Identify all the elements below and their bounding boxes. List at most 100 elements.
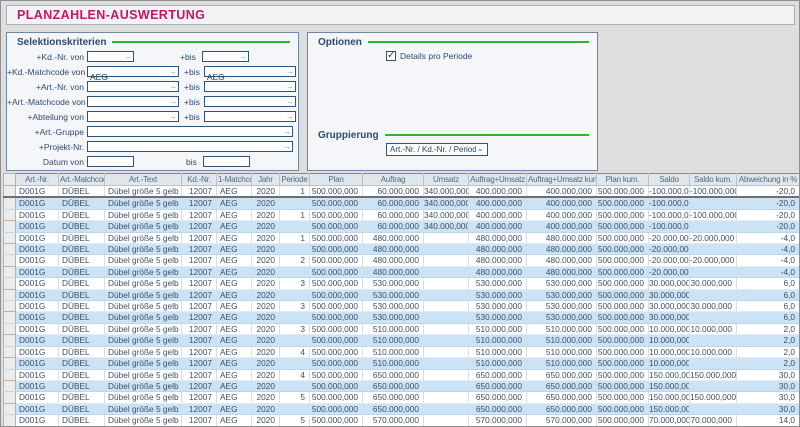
- table-row[interactable]: D001GDÜBELDübel größe 5 gelb12007AEG2020…: [4, 197, 800, 209]
- record-selector-cell[interactable]: [4, 289, 16, 300]
- column-header[interactable]: Kd.-Nr.: [182, 174, 217, 186]
- cell: [280, 289, 310, 300]
- cell: DÜBEL: [59, 301, 105, 312]
- cell: D001G: [16, 197, 59, 209]
- record-selector-cell[interactable]: [4, 369, 16, 380]
- record-selector-cell[interactable]: [4, 255, 16, 266]
- table-row[interactable]: D001GDÜBELDübel größe 5 gelb12007AEG2020…: [4, 255, 800, 266]
- cell: 500.000,000: [597, 323, 649, 334]
- art-nr-bis-field[interactable]: →: [204, 81, 296, 92]
- record-selector-cell[interactable]: [4, 415, 16, 426]
- table-row[interactable]: D001GDÜBELDübel größe 5 gelb12007AEG2020…: [4, 221, 800, 232]
- column-header[interactable]: Periode: [280, 174, 310, 186]
- cell: 10.000,000: [649, 346, 690, 357]
- table-row[interactable]: D001GDÜBELDübel größe 5 gelb12007AEG2020…: [4, 232, 800, 243]
- record-selector-cell[interactable]: [4, 209, 16, 220]
- table-row[interactable]: D001GDÜBELDübel größe 5 gelb12007AEG2020…: [4, 312, 800, 323]
- table-row[interactable]: D001GDÜBELDübel größe 5 gelb12007AEG2020…: [4, 289, 800, 300]
- record-selector-cell[interactable]: [4, 244, 16, 255]
- cell: AEG: [217, 335, 252, 346]
- column-header[interactable]: 1-Matchcoc: [217, 174, 252, 186]
- abteilung-bis-field[interactable]: →: [204, 111, 296, 122]
- record-selector-cell[interactable]: [4, 392, 16, 403]
- table-row[interactable]: D001GDÜBELDübel größe 5 gelb12007AEG2020…: [4, 380, 800, 391]
- column-header[interactable]: Art.-Text: [105, 174, 182, 186]
- record-selector-cell[interactable]: [4, 380, 16, 391]
- cell: 500.000,000: [310, 244, 363, 255]
- record-selector-cell[interactable]: [4, 335, 16, 346]
- art-gruppe-field[interactable]: →: [87, 126, 293, 137]
- art-nr-bis-label: +bis: [184, 82, 200, 92]
- kd-matchcode-bis-field[interactable]: →: [204, 66, 296, 77]
- datum-bis-input[interactable]: [204, 163, 249, 172]
- cell: 30,0: [737, 392, 800, 403]
- table-row[interactable]: D001GDÜBELDübel größe 5 gelb12007AEG2020…: [4, 244, 800, 255]
- table-row[interactable]: D001GDÜBELDübel größe 5 gelb12007AEG2020…: [4, 369, 800, 380]
- cell: 4: [280, 369, 310, 380]
- record-selector-cell[interactable]: [4, 346, 16, 357]
- cell: 30,0: [737, 403, 800, 414]
- record-selector-cell[interactable]: [4, 301, 16, 312]
- art-matchcode-bis-field[interactable]: →: [204, 96, 296, 107]
- cell: 500.000,000: [597, 380, 649, 391]
- cell: [280, 380, 310, 391]
- table-row[interactable]: D001GDÜBELDübel größe 5 gelb12007AEG2020…: [4, 335, 800, 346]
- art-matchcode-von-field[interactable]: →: [87, 96, 179, 107]
- column-header[interactable]: Saldo: [649, 174, 690, 186]
- datum-bis-field[interactable]: [203, 156, 250, 167]
- projekt-nr-field[interactable]: →: [87, 141, 293, 152]
- record-selector-cell[interactable]: [4, 266, 16, 277]
- record-selector-cell[interactable]: [4, 278, 16, 289]
- cell: 12007: [182, 403, 217, 414]
- column-header[interactable]: Abweichung in %: [737, 174, 800, 186]
- column-header[interactable]: Jahr: [252, 174, 280, 186]
- column-header[interactable]: Auftrag+Umsatz: [469, 174, 527, 186]
- table-row[interactable]: D001GDÜBELDübel größe 5 gelb12007AEG2020…: [4, 358, 800, 369]
- column-header[interactable]: Auftrag: [363, 174, 424, 186]
- cell: DÜBEL: [59, 197, 105, 209]
- table-row[interactable]: D001GDÜBELDübel größe 5 gelb12007AEG2020…: [4, 415, 800, 426]
- table-row[interactable]: D001GDÜBELDübel größe 5 gelb12007AEG2020…: [4, 301, 800, 312]
- art-nr-von-field[interactable]: →: [87, 81, 179, 92]
- cell: DÜBEL: [59, 232, 105, 243]
- record-selector-cell[interactable]: [4, 403, 16, 414]
- record-selector-cell[interactable]: [4, 221, 16, 232]
- column-header[interactable]: Umsatz: [424, 174, 469, 186]
- cell: 500.000,000: [597, 358, 649, 369]
- column-header[interactable]: Art.-Nr.: [16, 174, 59, 186]
- cell: -4,0: [737, 255, 800, 266]
- gruppierung-select[interactable]: Art.-Nr. / Kd.-Nr. / Periode: [386, 143, 488, 156]
- record-selector-cell[interactable]: [4, 197, 16, 209]
- table-row[interactable]: D001GDÜBELDübel größe 5 gelb12007AEG2020…: [4, 278, 800, 289]
- record-selector-cell[interactable]: [4, 186, 16, 198]
- record-selector-cell[interactable]: [4, 323, 16, 334]
- kd-matchcode-von-field[interactable]: →: [87, 66, 179, 77]
- record-selector-cell[interactable]: [4, 358, 16, 369]
- table-row[interactable]: D001GDÜBELDübel größe 5 gelb12007AEG2020…: [4, 403, 800, 414]
- table-row[interactable]: D001GDÜBELDübel größe 5 gelb12007AEG2020…: [4, 266, 800, 277]
- datum-von-field[interactable]: [87, 156, 134, 167]
- datum-von-input[interactable]: [88, 163, 133, 172]
- cell: 650.000,000: [527, 403, 597, 414]
- cell: [424, 346, 469, 357]
- kd-nr-von-field[interactable]: →: [87, 51, 134, 62]
- abteilung-von-field[interactable]: →: [87, 111, 179, 122]
- column-header[interactable]: Saldo kum.: [690, 174, 737, 186]
- record-selector-cell[interactable]: [4, 232, 16, 243]
- cell: 530.000,000: [469, 301, 527, 312]
- column-header[interactable]: Auftrag+Umsatz kum.: [527, 174, 597, 186]
- details-pro-periode-checkbox[interactable]: [386, 51, 396, 61]
- kd-nr-bis-field[interactable]: →: [202, 51, 249, 62]
- table-row[interactable]: D001GDÜBELDübel größe 5 gelb12007AEG2020…: [4, 392, 800, 403]
- table-row[interactable]: D001GDÜBELDübel größe 5 gelb12007AEG2020…: [4, 323, 800, 334]
- table-row[interactable]: D001GDÜBELDübel größe 5 gelb12007AEG2020…: [4, 209, 800, 220]
- table-row[interactable]: D001GDÜBELDübel größe 5 gelb12007AEG2020…: [4, 346, 800, 357]
- column-header[interactable]: Plan: [310, 174, 363, 186]
- table-row[interactable]: D001GDÜBELDübel größe 5 gelb12007AEG2020…: [4, 186, 800, 198]
- cell: 650.000,000: [527, 369, 597, 380]
- cell: AEG: [217, 346, 252, 357]
- selection-criteria-panel: Selektionskriterien +Kd.-Nr. von → +bis …: [6, 32, 299, 171]
- record-selector-cell[interactable]: [4, 312, 16, 323]
- column-header[interactable]: Plan kum.: [597, 174, 649, 186]
- column-header[interactable]: Art.-Matchcode: [59, 174, 105, 186]
